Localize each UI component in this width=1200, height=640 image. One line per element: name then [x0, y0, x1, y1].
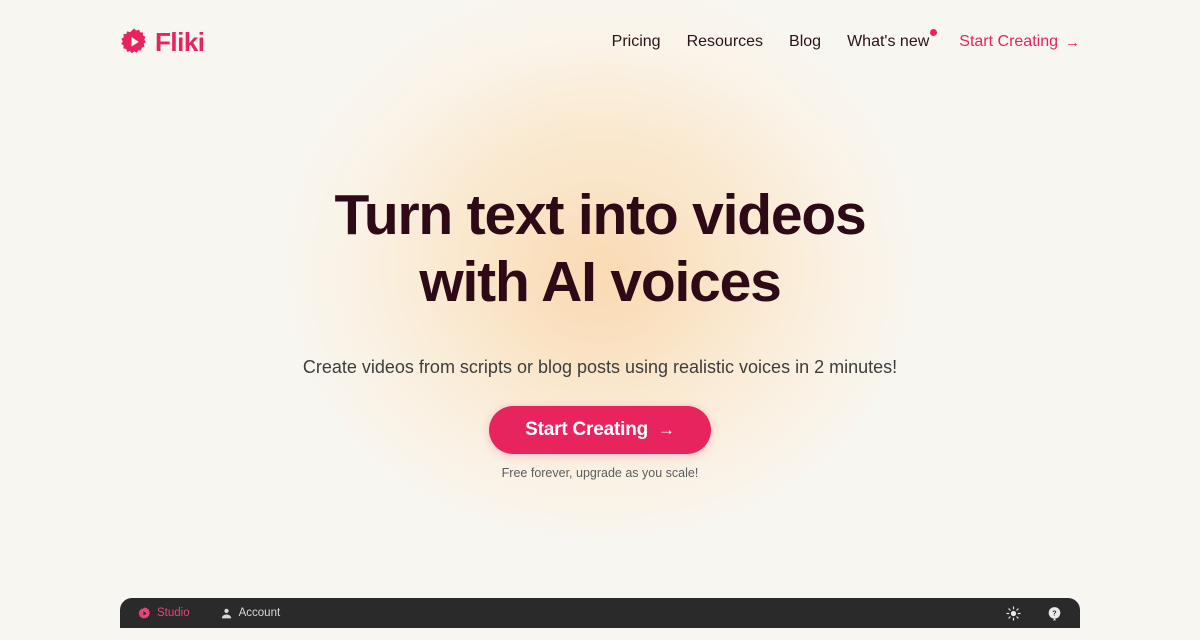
nav-link-resources[interactable]: Resources	[687, 33, 763, 51]
start-creating-button-label: Start Creating	[525, 419, 649, 440]
app-bar-item-account-label: Account	[238, 607, 281, 619]
hero-title-line-1: Turn text into videos	[334, 183, 866, 247]
app-bar-item-account[interactable]: Account	[220, 607, 281, 620]
studio-app-bar: Studio Account ?	[120, 598, 1080, 628]
start-creating-button[interactable]: Start Creating →	[489, 406, 711, 454]
fliki-logo-text: Fliki	[155, 27, 205, 57]
svg-text:?: ?	[1052, 609, 1056, 617]
studio-gear-play-icon	[138, 606, 151, 619]
arrow-right-icon: →	[1065, 33, 1080, 51]
app-bar-actions: ?	[1006, 605, 1062, 621]
person-icon	[221, 608, 231, 618]
brightness-sun-icon[interactable]	[1006, 605, 1021, 621]
cta-subnote: Free forever, upgrade as you scale!	[501, 466, 699, 480]
hero-cta-group: Start Creating → Free forever, upgrade a…	[0, 406, 1200, 480]
app-bar-item-studio[interactable]: Studio	[138, 606, 190, 620]
app-bar-nav: Studio Account	[138, 606, 281, 620]
nav-link-pricing-label: Pricing	[611, 33, 661, 50]
app-bar-item-studio-label: Studio	[157, 607, 190, 619]
nav-link-resources-label: Resources	[686, 33, 764, 50]
fliki-logo[interactable]: Fliki	[120, 28, 205, 56]
header-start-creating-label: Start Creating	[959, 33, 1058, 50]
nav-link-blog-label: Blog	[789, 33, 822, 50]
nav-link-whats-new[interactable]: What's new	[847, 29, 938, 51]
fliki-gear-play-logo-icon	[121, 28, 146, 54]
hero-title-line-2: with AI voices	[419, 250, 781, 314]
hero-subtitle: Create videos from scripts or blog posts…	[302, 357, 898, 377]
help-question-icon[interactable]: ?	[1047, 606, 1062, 621]
nav-link-whats-new-label: What's new	[847, 33, 930, 50]
site-header: Fliki Pricing Resources Blog What's new …	[0, 0, 1200, 84]
arrow-right-icon: →	[658, 420, 675, 439]
hero-section: Turn text into videos with AI voices Cre…	[0, 84, 1200, 481]
new-notification-dot-icon	[930, 29, 938, 36]
header-start-creating-link[interactable]: Start Creating →	[959, 33, 1080, 51]
nav-link-blog[interactable]: Blog	[789, 33, 821, 51]
page-title: Turn text into videos with AI voices	[0, 187, 1200, 311]
primary-nav: Pricing Resources Blog What's new Start …	[612, 29, 1080, 51]
nav-link-pricing[interactable]: Pricing	[612, 33, 661, 51]
